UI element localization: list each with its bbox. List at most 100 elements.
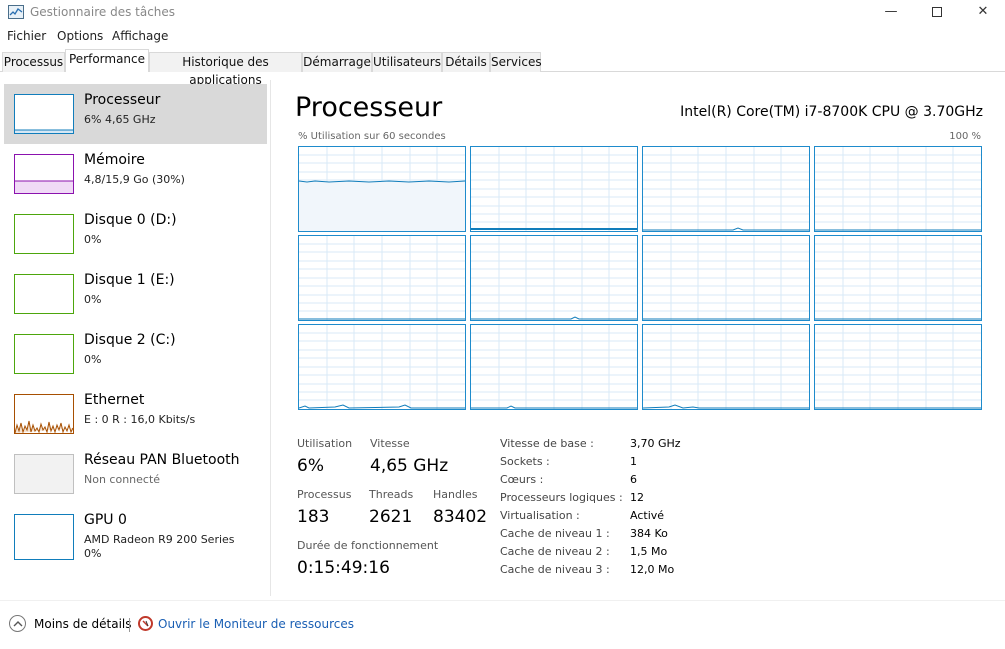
- sidebar-item-sub: 0%: [84, 353, 102, 366]
- core-graph: [298, 146, 466, 232]
- sidebar-item-title: Réseau PAN Bluetooth: [84, 452, 240, 468]
- spec-value: 12,0 Mo: [630, 563, 675, 576]
- threads-label: Threads: [369, 488, 414, 501]
- spec-label: Cœurs :: [500, 473, 544, 486]
- menu-affichage[interactable]: Affichage: [112, 29, 168, 43]
- tab-processus[interactable]: Processus: [2, 52, 65, 72]
- minimize-icon: —: [884, 4, 898, 19]
- core-graph: [470, 235, 638, 321]
- task-manager-icon: [8, 5, 24, 19]
- open-resource-monitor-link[interactable]: Ouvrir le Moniteur de ressources: [158, 617, 354, 631]
- minimize-button[interactable]: —: [868, 0, 914, 25]
- core-graph: [298, 235, 466, 321]
- vitesse-value: 4,65 GHz: [370, 456, 449, 476]
- sidebar-item-title: Disque 0 (D:): [84, 212, 177, 228]
- sidebar-item-sub: E : 0 R : 16,0 Kbits/s: [84, 413, 196, 426]
- spec-label: Virtualisation :: [500, 509, 580, 522]
- sidebar-item-title: GPU 0: [84, 512, 127, 528]
- sidebar-item-disque-1[interactable]: Disque 1 (E:) 0%: [4, 264, 267, 324]
- sidebar-item-ethernet[interactable]: Ethernet E : 0 R : 16,0 Kbits/s: [4, 384, 267, 444]
- graph-caption: % Utilisation sur 60 secondes: [298, 131, 446, 142]
- maximize-button[interactable]: [914, 0, 960, 25]
- sidebar-separator: [270, 80, 271, 596]
- close-button[interactable]: ✕: [960, 0, 1005, 25]
- cpu-model: Intel(R) Core(TM) i7-8700K CPU @ 3.70GHz: [680, 104, 983, 120]
- core-graph: [298, 324, 466, 410]
- tab-utilisateurs[interactable]: Utilisateurs: [372, 52, 442, 72]
- processus-value: 183: [297, 507, 330, 527]
- spec-value: 1,5 Mo: [630, 545, 668, 558]
- window-title: Gestionnaire des tâches: [30, 5, 176, 19]
- disk-thumbnail: [14, 214, 74, 254]
- disk-thumbnail: [14, 274, 74, 314]
- sidebar-item-sub: 0%: [84, 233, 102, 246]
- spec-value: 12: [630, 491, 644, 504]
- resource-monitor-icon: [138, 616, 153, 631]
- sidebar-item-title: Processeur: [84, 92, 161, 108]
- cpu-thumbnail: [14, 94, 74, 134]
- gpu-thumbnail: [14, 514, 74, 560]
- core-graph: [642, 235, 810, 321]
- sidebar-item-gpu[interactable]: GPU 0 AMD Radeon R9 200 Series 0%: [4, 504, 267, 568]
- menu-options[interactable]: Options: [57, 29, 103, 43]
- sidebar-item-title: Disque 2 (C:): [84, 332, 176, 348]
- spec-value: 1: [630, 455, 637, 468]
- tab-services[interactable]: Services: [490, 52, 542, 72]
- sidebar-item-bluetooth[interactable]: Réseau PAN Bluetooth Non connecté: [4, 444, 267, 504]
- maximize-icon: [932, 6, 942, 17]
- sidebar-item-processeur[interactable]: Processeur 6% 4,65 GHz: [4, 84, 267, 144]
- core-graph: [814, 235, 982, 321]
- spec-value: Activé: [630, 509, 665, 522]
- spec-label: Cache de niveau 3 :: [500, 563, 610, 576]
- sidebar-item-sub: 6% 4,65 GHz: [84, 113, 156, 126]
- footer-divider: [0, 600, 1005, 601]
- sidebar-item-disque-0[interactable]: Disque 0 (D:) 0%: [4, 204, 267, 264]
- threads-value: 2621: [369, 507, 413, 527]
- sidebar-item-sub-2: 0%: [84, 547, 102, 560]
- sidebar-item-title: Disque 1 (E:): [84, 272, 175, 288]
- tab-demarrage[interactable]: Démarrage: [302, 52, 372, 72]
- processus-label: Processus: [297, 488, 352, 501]
- sidebar-item-sub: Non connecté: [84, 473, 161, 486]
- spec-label: Processeurs logiques :: [500, 491, 623, 504]
- uptime-value: 0:15:49:16: [297, 558, 390, 578]
- menu-fichier[interactable]: Fichier: [7, 29, 46, 43]
- core-graph: [470, 324, 638, 410]
- tab-historique[interactable]: Historique des applications: [149, 52, 302, 87]
- sidebar-item-disque-2[interactable]: Disque 2 (C:) 0%: [4, 324, 267, 384]
- spec-label: Cache de niveau 1 :: [500, 527, 610, 540]
- graph-max-label: 100 %: [949, 131, 981, 142]
- core-graph: [814, 146, 982, 232]
- spec-label: Cache de niveau 2 :: [500, 545, 610, 558]
- sidebar-item-title: Ethernet: [84, 392, 145, 408]
- tab-details[interactable]: Détails: [442, 52, 490, 72]
- chevron-up-icon[interactable]: [9, 615, 26, 632]
- uptime-label: Durée de fonctionnement: [297, 539, 439, 552]
- ethernet-thumbnail: [14, 394, 74, 434]
- handles-label: Handles: [433, 488, 478, 501]
- close-icon: ✕: [977, 4, 989, 19]
- core-graph: [470, 146, 638, 232]
- memory-thumbnail: [14, 154, 74, 194]
- vitesse-label: Vitesse: [370, 437, 410, 450]
- handles-value: 83402: [433, 507, 488, 527]
- resource-sidebar: Processeur 6% 4,65 GHz Mémoire 4,8/15,9 …: [0, 80, 270, 596]
- spec-label: Sockets :: [500, 455, 550, 468]
- tab-performance[interactable]: Performance: [65, 49, 149, 72]
- footer-separator: [129, 618, 130, 632]
- sidebar-item-memoire[interactable]: Mémoire 4,8/15,9 Go (30%): [4, 144, 267, 204]
- spec-label: Vitesse de base :: [500, 437, 594, 450]
- core-graph: [642, 324, 810, 410]
- utilisation-value: 6%: [297, 456, 324, 476]
- footer: Moins de détails Ouvrir le Moniteur de r…: [0, 610, 1005, 640]
- title-bar: Gestionnaire des tâches — ✕: [0, 0, 1005, 25]
- less-details-button[interactable]: Moins de détails: [34, 617, 132, 631]
- spec-value: 6: [630, 473, 637, 486]
- sidebar-item-sub: AMD Radeon R9 200 Series: [84, 533, 235, 546]
- spec-value: 384 Ko: [630, 527, 668, 540]
- core-graph: [814, 324, 982, 410]
- utilisation-label: Utilisation: [297, 437, 353, 450]
- sidebar-item-title: Mémoire: [84, 152, 145, 168]
- core-graph: [642, 146, 810, 232]
- page-title: Processeur: [295, 92, 443, 123]
